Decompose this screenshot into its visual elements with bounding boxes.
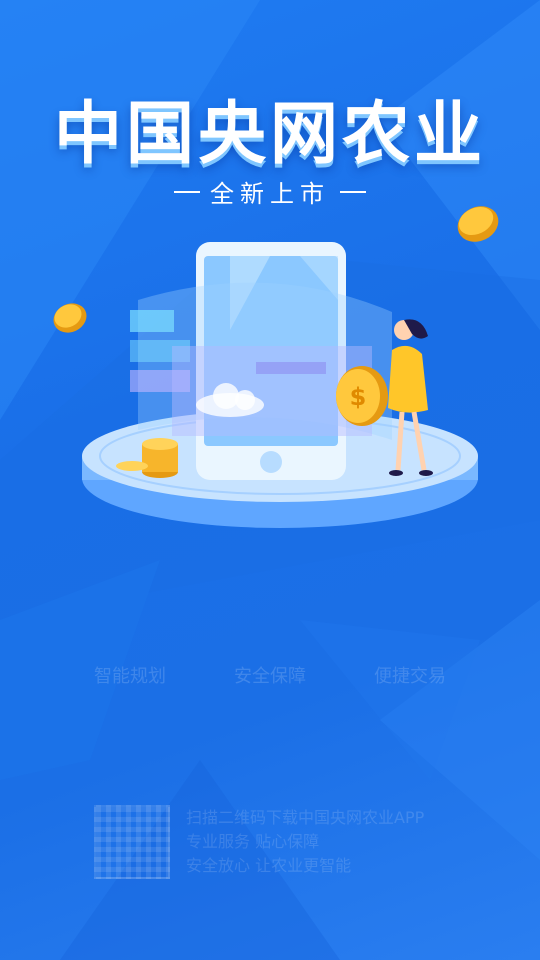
qr-code (94, 805, 170, 879)
feature-item: 智能规划 (94, 666, 166, 687)
footer-line: 安全放心 让农业更智能 (186, 856, 352, 875)
app-title: 中国央网农业 (53, 95, 486, 174)
footer-line: 专业服务 贴心保障 (186, 832, 320, 851)
coin-icon: $ (336, 366, 388, 426)
svg-text:$: $ (350, 383, 367, 411)
footer-info: 扫描二维码下载中国央网农业APP 专业服务 贴心保障 安全放心 让农业更智能 (186, 806, 446, 878)
feature-item: 安全保障 (234, 666, 306, 687)
floating-coin-right-icon (457, 206, 499, 242)
feature-item: 便捷交易 (374, 666, 446, 687)
footer-line: 扫描二维码下载中国央网农业APP (186, 808, 425, 827)
floating-coin-left-icon (53, 303, 87, 333)
features-row: 智能规划 安全保障 便捷交易 (0, 662, 540, 688)
hero-illustration: $ (53, 206, 499, 528)
